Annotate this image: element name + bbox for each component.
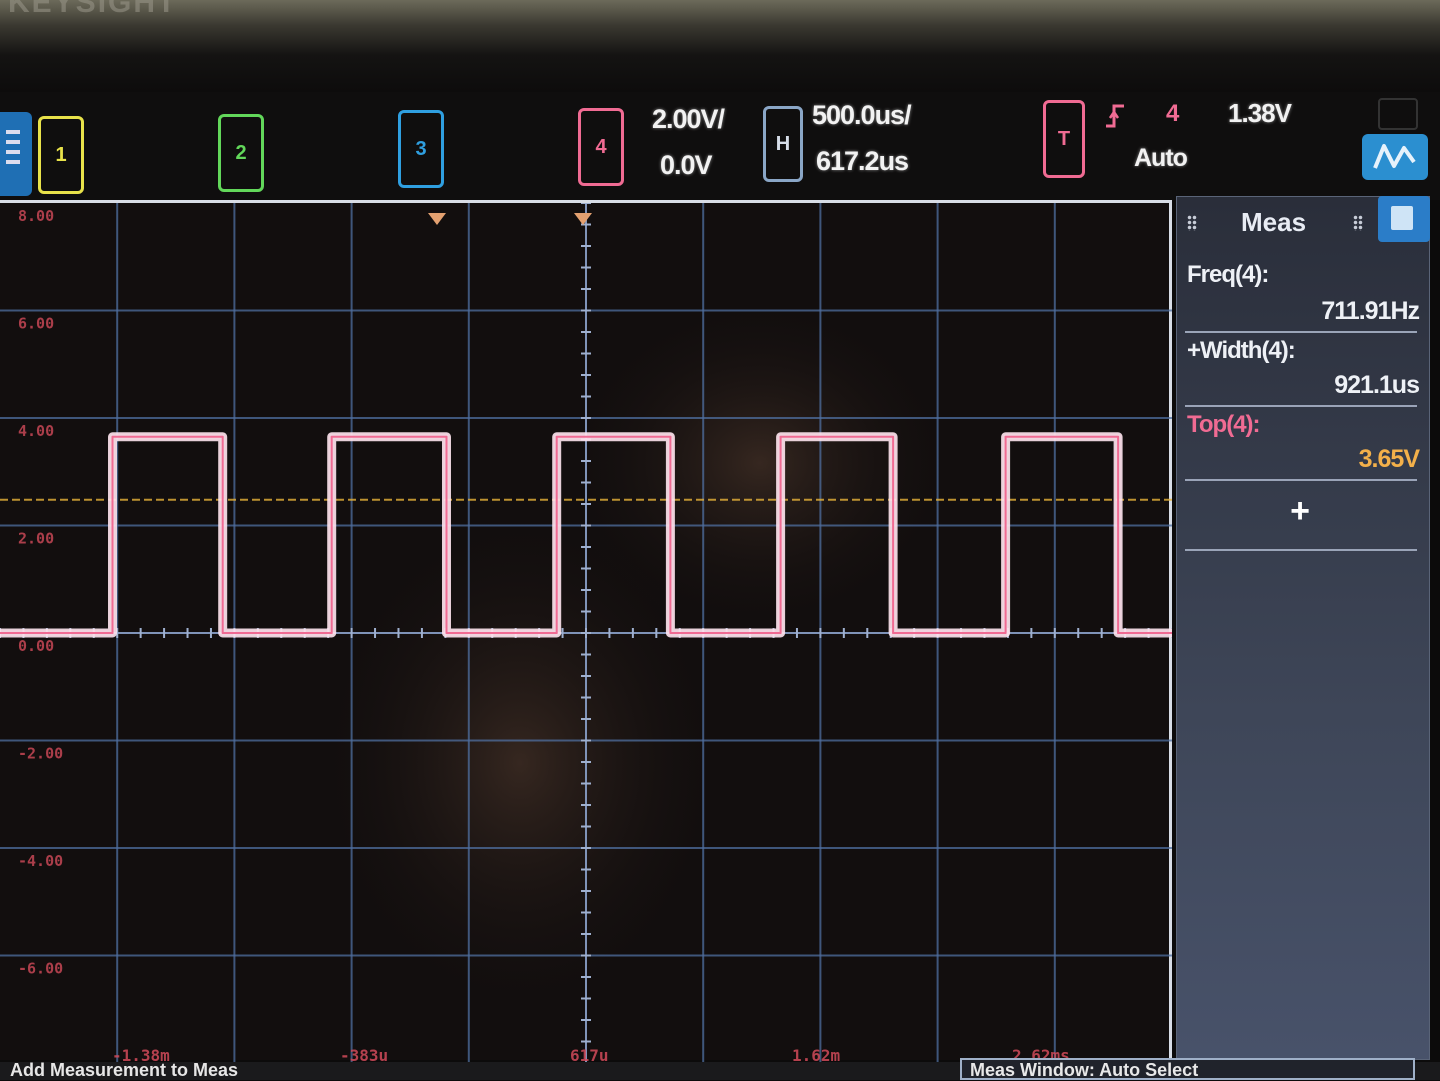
status-message: Add Measurement to Meas: [10, 1060, 239, 1080]
waveform-display[interactable]: 8.00 6.00 4.00 2.00 0.00 -2.00 -4.00 -6.00 -1.3…: [0, 200, 1172, 1065]
rising-edge-icon: [1106, 104, 1124, 128]
waveform-quick-button[interactable]: [1362, 134, 1428, 180]
window-icon: [1378, 98, 1418, 130]
measurement-value: 711.91Hz: [1321, 297, 1420, 325]
trace-point: [1117, 632, 1120, 634]
y-tick-label: 8.00: [18, 207, 54, 225]
y-tick-label: 0.00: [18, 637, 54, 655]
trace-point: [555, 435, 558, 438]
add-measurement-button[interactable]: +: [1285, 494, 1315, 528]
trace-point: [221, 632, 224, 634]
divider: [1185, 405, 1417, 407]
measurement-name[interactable]: Freq(4):: [1187, 261, 1269, 289]
measurement-name[interactable]: +Width(4):: [1187, 337, 1296, 365]
waveform-canvas: 8.00 6.00 4.00 2.00 0.00 -2.00 -4.00 -6.00: [0, 203, 1172, 1063]
horizontal-position[interactable]: 617.2us: [816, 146, 909, 177]
y-tick-label: 6.00: [18, 315, 54, 333]
list-icon: [1391, 206, 1413, 230]
meas-window-selector[interactable]: Meas Window: Auto Select: [960, 1058, 1415, 1080]
vertical-scale[interactable]: 2.00V/: [652, 104, 725, 135]
channel-4-button[interactable]: 4: [578, 108, 624, 186]
trace-point: [892, 632, 895, 634]
drag-handle-icon[interactable]: [1187, 215, 1197, 231]
horizontal-button[interactable]: H: [763, 106, 803, 182]
trace-point: [555, 632, 558, 634]
measurement-name[interactable]: Top(4):: [1187, 411, 1261, 439]
status-bar: Add Measurement to Meas Meas Window: Aut…: [0, 1058, 1440, 1080]
trigger-level[interactable]: 1.38V: [1228, 98, 1292, 129]
y-tick-label: -4.00: [18, 852, 63, 870]
horizontal-scale[interactable]: 500.0us/: [812, 100, 912, 131]
main-menu-button[interactable]: [0, 112, 32, 196]
vertical-offset[interactable]: 0.0V: [660, 150, 713, 181]
measurement-panel: Meas Freq(4): 711.91Hz +Width(4): 921.1u…: [1176, 196, 1430, 1060]
channel-2-button[interactable]: 2: [218, 114, 264, 192]
trace-point: [779, 435, 782, 438]
measurement-panel-toggle[interactable]: [1378, 196, 1430, 242]
channel-3-button[interactable]: 3: [398, 110, 444, 188]
y-axis-labels: 8.00 6.00 4.00 2.00 0.00 -2.00 -4.00 -6.00: [18, 207, 63, 978]
trace-point: [779, 632, 782, 634]
measurement-panel-title: Meas: [1241, 207, 1307, 237]
trace-point: [111, 435, 114, 438]
y-tick-label: 4.00: [18, 422, 54, 440]
trace-point: [330, 435, 333, 438]
trigger-mode[interactable]: Auto: [1134, 144, 1188, 173]
trace-point: [445, 435, 448, 438]
menu-icon: [6, 130, 20, 134]
trace-point: [669, 435, 672, 438]
trigger-position-marker: [428, 213, 446, 225]
measurement-value: 921.1us: [1334, 371, 1420, 399]
waveform-icon: [1373, 144, 1416, 169]
channel-1-button[interactable]: 1: [38, 116, 84, 194]
divider: [1185, 331, 1417, 333]
divider: [1185, 479, 1417, 481]
trace-point: [221, 435, 224, 438]
trace-point: [892, 435, 895, 438]
oscilloscope-bezel: KEYSIGHT: [0, 0, 1440, 92]
trace-point: [1004, 435, 1007, 438]
y-tick-label: -2.00: [18, 745, 63, 763]
measurement-value: 3.65V: [1358, 445, 1420, 473]
trace-point: [1004, 632, 1007, 634]
trace-point: [111, 632, 114, 634]
trace-point: [445, 632, 448, 634]
time-reference-marker: [574, 213, 592, 225]
trigger-button[interactable]: T: [1043, 100, 1085, 178]
divider: [1185, 549, 1417, 551]
brand-logo: KEYSIGHT: [8, 0, 178, 19]
trace-point: [669, 632, 672, 634]
y-tick-label: 2.00: [18, 530, 54, 548]
y-tick-label: -6.00: [18, 960, 63, 978]
trace-point: [330, 632, 333, 634]
trigger-source[interactable]: 4: [1166, 100, 1179, 128]
trace-point: [1117, 435, 1120, 438]
drag-handle-icon[interactable]: [1353, 215, 1363, 231]
